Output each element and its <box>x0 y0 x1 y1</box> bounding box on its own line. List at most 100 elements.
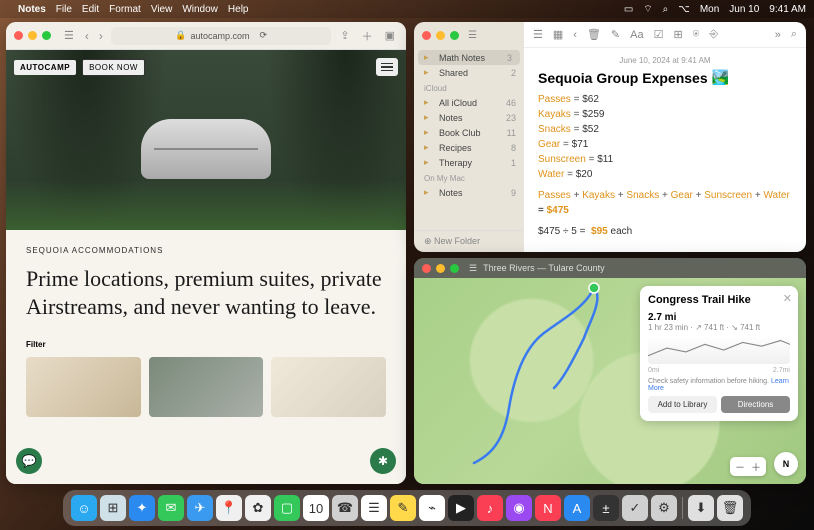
window-controls <box>422 31 459 40</box>
folder-row[interactable]: ▸Math Notes3 <box>418 50 520 65</box>
dock-photos[interactable]: ✿ <box>245 495 271 521</box>
book-now-button[interactable]: BOOK NOW <box>82 59 145 76</box>
menu-view[interactable]: View <box>151 4 173 15</box>
folder-icon: ▸ <box>424 127 434 138</box>
dock-messages[interactable]: ✉ <box>158 495 184 521</box>
minimize-button[interactable] <box>436 31 445 40</box>
folder-row[interactable]: ▸Therapy1 <box>414 155 524 170</box>
hamburger-menu[interactable] <box>376 58 398 76</box>
hike-card: ✕ Congress Trail Hike 2.7 mi 1 hr 23 min… <box>640 286 798 421</box>
dock-appstore[interactable]: A <box>564 495 590 521</box>
zoom-button[interactable] <box>450 264 459 273</box>
trash-icon[interactable]: 🗑 <box>586 28 602 41</box>
menu-window[interactable]: Window <box>182 4 218 15</box>
minimize-button[interactable] <box>28 31 37 40</box>
dock-notes[interactable]: ✎ <box>390 495 416 521</box>
thumbnail[interactable] <box>149 357 264 417</box>
chat-fab[interactable]: 💬 <box>16 448 42 474</box>
menu-format[interactable]: Format <box>109 4 141 15</box>
menu-edit[interactable]: Edit <box>82 4 99 15</box>
dock-tv[interactable]: ▶ <box>448 495 474 521</box>
back-icon[interactable]: ‹ <box>572 29 578 41</box>
folder-count: 23 <box>506 113 516 123</box>
menu-file[interactable]: File <box>56 4 72 15</box>
zoom-button[interactable] <box>450 31 459 40</box>
sidebar-icon[interactable]: ☰ <box>469 263 477 274</box>
dock-calendar[interactable]: 10 <box>303 495 329 521</box>
thumbnail[interactable] <box>26 357 141 417</box>
close-icon[interactable]: ✕ <box>783 292 792 305</box>
sidebar-icon[interactable]: ☰ <box>468 30 477 41</box>
minimize-button[interactable] <box>436 264 445 273</box>
sidebar-toggle-icon[interactable]: ☰ <box>61 29 77 42</box>
folder-row[interactable]: ▸Notes23 <box>414 110 524 125</box>
clock-date[interactable]: Jun 10 <box>729 4 759 15</box>
dock-podcasts[interactable]: ◉ <box>506 495 532 521</box>
folder-row[interactable]: ▸Shared2 <box>414 65 524 80</box>
dock-reminders[interactable]: ☰ <box>361 495 387 521</box>
zoom-button[interactable] <box>42 31 51 40</box>
dock-music[interactable]: ♪ <box>477 495 503 521</box>
site-logo[interactable]: AUTOCAMP <box>14 60 76 75</box>
accessibility-fab[interactable]: ✱ <box>370 448 396 474</box>
link-icon[interactable]: ⎆ <box>708 28 719 41</box>
folder-row[interactable]: ▸All iCloud46 <box>414 95 524 110</box>
forward-button[interactable]: › <box>97 29 105 43</box>
app-menu[interactable]: Notes <box>18 4 46 15</box>
dock-trash[interactable]: 🗑 <box>717 495 743 521</box>
add-to-library-button[interactable]: Add to Library <box>648 396 717 413</box>
media-icon[interactable]: ⍟ <box>692 28 701 41</box>
thumbnail[interactable] <box>271 357 386 417</box>
close-button[interactable] <box>422 264 431 273</box>
new-tab-icon[interactable]: ＋ <box>359 28 376 44</box>
battery-icon[interactable]: ▭ <box>624 4 633 15</box>
dock-calculator[interactable]: ± <box>593 495 619 521</box>
close-button[interactable] <box>14 31 23 40</box>
note-body[interactable]: June 10, 2024 at 9:41 AM Sequoia Group E… <box>524 48 806 252</box>
search-icon[interactable]: ⌕ <box>790 28 798 41</box>
search-icon[interactable]: ⌕ <box>663 4 669 15</box>
dock-freeform[interactable]: ⌁ <box>419 495 445 521</box>
control-center-icon[interactable]: ⌥ <box>678 4 690 15</box>
dock-facetime[interactable]: ▢ <box>274 495 300 521</box>
dock-downloads[interactable]: ⬇ <box>688 495 714 521</box>
compose-icon[interactable]: ✎ <box>610 28 621 41</box>
map-zoom-control[interactable]: －＋ <box>730 457 766 476</box>
wifi-icon[interactable]: ⌔ <box>643 3 652 16</box>
folder-name: Shared <box>439 68 468 78</box>
share-icon[interactable]: ⇪ <box>337 29 352 42</box>
more-icon[interactable]: » <box>774 29 782 41</box>
folder-row[interactable]: ▸Book Club11 <box>414 125 524 140</box>
dock-news[interactable]: N <box>535 495 561 521</box>
tabs-icon[interactable]: ▣ <box>382 29 398 42</box>
filter-label[interactable]: Filter <box>26 340 386 349</box>
table-icon[interactable]: ⊞ <box>672 28 683 41</box>
dock-launchpad[interactable]: ⊞ <box>100 495 126 521</box>
clock-day[interactable]: Mon <box>700 4 719 15</box>
hike-warning: Check safety information before hiking. … <box>648 378 790 392</box>
dock-mail[interactable]: ✈ <box>187 495 213 521</box>
dock-settings[interactable]: ⚙ <box>651 495 677 521</box>
format-icon[interactable]: Aa <box>629 29 644 41</box>
checklist-icon[interactable]: ☑ <box>653 28 665 41</box>
new-folder-button[interactable]: ⊕ New Folder <box>414 230 524 252</box>
dock-contacts[interactable]: ☎ <box>332 495 358 521</box>
folder-row[interactable]: ▸Recipes8 <box>414 140 524 155</box>
grid-view-icon[interactable]: ▦ <box>552 28 564 41</box>
dock-passwords[interactable]: ✓ <box>622 495 648 521</box>
directions-button[interactable]: Directions <box>721 396 790 413</box>
list-view-icon[interactable]: ☰ <box>532 28 544 41</box>
back-button[interactable]: ‹ <box>83 29 91 43</box>
reload-icon[interactable]: ⟳ <box>259 30 267 41</box>
folder-icon: ▸ <box>424 142 434 153</box>
folder-name: Book Club <box>439 128 481 138</box>
compass[interactable]: N <box>774 452 798 476</box>
menu-help[interactable]: Help <box>228 4 249 15</box>
dock-maps[interactable]: 📍 <box>216 495 242 521</box>
close-button[interactable] <box>422 31 431 40</box>
dock-safari[interactable]: ✦ <box>129 495 155 521</box>
address-bar[interactable]: 🔒 autocamp.com ⟳ <box>111 27 332 45</box>
clock-time[interactable]: 9:41 AM <box>769 4 806 15</box>
dock-finder[interactable]: ☺ <box>71 495 97 521</box>
folder-row[interactable]: ▸Notes9 <box>414 185 524 200</box>
